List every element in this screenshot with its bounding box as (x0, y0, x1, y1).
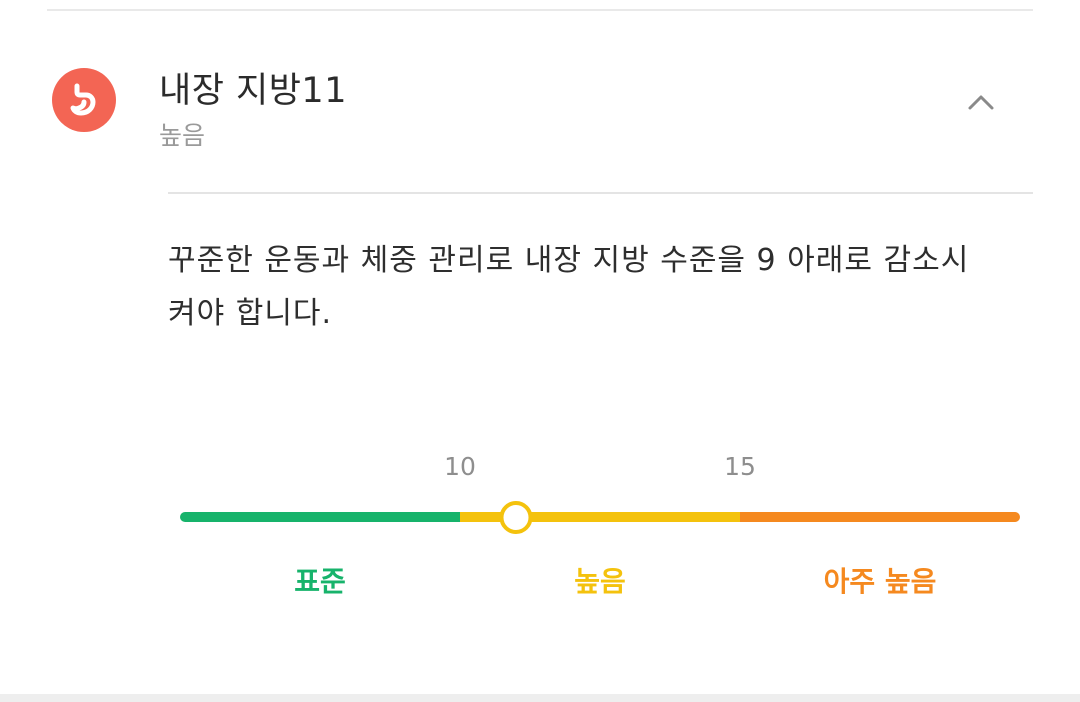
visceral-fat-scale: 표준 높음 아주 높음 10 15 (180, 440, 1020, 620)
range-bar (180, 512, 1020, 522)
range-label: 아주 높음 (823, 565, 937, 598)
threshold-label: 15 (724, 452, 756, 481)
advice-text: 꾸준한 운동과 체중 관리로 내장 지방 수준을 9 아래로 감소시켜야 합니다… (168, 243, 970, 331)
section-divider (168, 192, 1033, 194)
visceral-fat-header[interactable]: 내장 지방11 높음 (0, 40, 1080, 170)
range-label: 표준 (294, 565, 346, 598)
range-segment (740, 512, 1020, 522)
threshold-label: 10 (444, 452, 476, 481)
metric-status: 높음 (159, 121, 206, 150)
value-marker (499, 501, 533, 534)
stomach-icon (52, 68, 116, 132)
bottom-band (0, 694, 1080, 702)
range-segment (180, 512, 460, 522)
metric-title: 내장 지방11 (159, 71, 347, 111)
top-divider (47, 9, 1033, 11)
range-label: 높음 (574, 565, 626, 598)
chevron-up-icon[interactable] (966, 90, 996, 112)
